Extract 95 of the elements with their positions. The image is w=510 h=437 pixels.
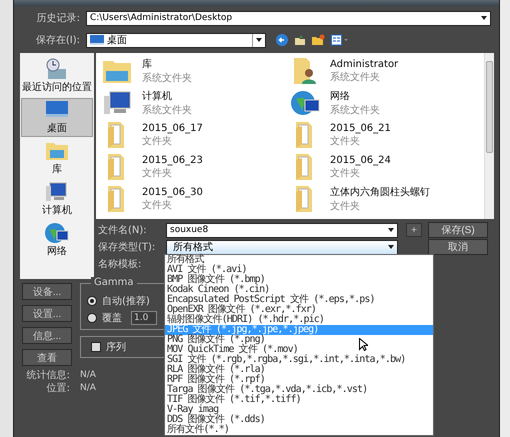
radio-button[interactable] <box>87 313 97 323</box>
file-type: 系统文件夹 <box>142 104 192 117</box>
dropdown-option[interactable]: SGI 文件 (*.rgb,*.rgba,*.sgi,*.int,*.inta,*.bw) <box>165 355 433 365</box>
sequence-checkbox[interactable] <box>91 342 101 352</box>
dropdown-arrow-icon[interactable] <box>481 16 487 20</box>
file-type: 文件夹 <box>142 134 173 148</box>
side-button[interactable]: 信息... <box>22 327 72 344</box>
file-type: 系统文件夹 <box>142 72 192 85</box>
add-button[interactable]: + <box>406 223 422 237</box>
new-folder-icon[interactable] <box>312 34 325 46</box>
file-name: 2015_06_21 <box>330 122 391 134</box>
file-type: 系统文件夹 <box>330 104 380 117</box>
side-button[interactable]: 查看 <box>22 349 72 366</box>
dropdown-option[interactable]: 所有文件(*.*) <box>165 425 433 435</box>
back-icon[interactable] <box>276 34 288 46</box>
place-item[interactable]: 最近访问的位置 <box>21 57 93 96</box>
dropdown-option[interactable]: RPF 图像文件 (*.rpf) <box>165 375 433 385</box>
globe-computer-icon <box>290 89 320 117</box>
dropdown-arrow-icon[interactable] <box>388 245 394 249</box>
file-name: Administrator <box>330 58 398 70</box>
side-button[interactable]: 设置... <box>22 305 72 322</box>
library-folder-icon <box>44 140 70 162</box>
dropdown-option[interactable]: OpenEXR 图像文件 (*.exr,*.fxr) <box>165 305 433 315</box>
file-type: 文件夹 <box>142 198 173 212</box>
cancel-button[interactable]: 取消 <box>428 239 488 255</box>
dropdown-option[interactable]: MOV QuickTime 文件 (*.mov) <box>165 345 433 355</box>
dropdown-option[interactable]: DDS 图像文件 (*.dds) <box>165 415 433 425</box>
file-item[interactable]: Administrator 系统文件夹 <box>290 55 478 87</box>
file-name: 2015_06_17 <box>142 122 203 134</box>
file-item[interactable]: 2015_06_21 文件夹 <box>290 119 478 151</box>
stat-value: N/A <box>80 382 96 392</box>
file-name-field[interactable]: souxue8 <box>166 222 398 238</box>
save-type-combo[interactable]: 所有格式 <box>166 240 398 254</box>
save-in-combo[interactable]: 桌面 <box>86 32 266 48</box>
dropdown-option[interactable]: 所有格式 <box>165 255 433 265</box>
place-item[interactable]: 计算机 <box>21 180 93 219</box>
file-item[interactable]: 立体内六角圆柱头螺钉 文件夹 <box>290 183 478 215</box>
file-name: 网络 <box>330 90 351 103</box>
file-type: 系统文件夹 <box>330 70 381 84</box>
computer-icon <box>102 89 132 117</box>
dropdown-option[interactable]: RLA 图像文件 (*.rla) <box>165 365 433 375</box>
file-item[interactable]: 2015_06_23 文件夹 <box>102 151 290 183</box>
dropdown-arrow-icon[interactable] <box>256 38 262 42</box>
file-name: 2015_06_23 <box>142 154 203 166</box>
file-item[interactable]: 网络 系统文件夹 <box>290 87 478 119</box>
dropdown-option[interactable]: Encapsulated PostScript 文件 (*.eps,*.ps) <box>165 295 433 305</box>
file-name: 立体内六角圆柱头螺钉 <box>330 186 430 199</box>
mouse-cursor-icon <box>359 338 368 351</box>
place-item[interactable]: 网络 <box>21 221 93 260</box>
gamma-title: Gamma <box>91 277 136 288</box>
radio-button[interactable] <box>87 296 97 306</box>
dropdown-option[interactable]: 辐射图像文件(HDRI) (*.hdr,*.pic) <box>165 315 433 325</box>
dropdown-option[interactable]: BMP 图像文件 (*.bmp) <box>165 275 433 285</box>
save-in-label: 保存在(I): <box>34 34 80 47</box>
stat-label: 统计信息: <box>26 368 70 382</box>
radio-label: 覆盖 <box>102 312 122 325</box>
radio-label: 自动(推荐) <box>102 294 150 308</box>
place-item[interactable]: 桌面 <box>21 98 93 137</box>
file-item[interactable]: 计算机 系统文件夹 <box>102 87 290 119</box>
dropdown-option[interactable]: Targa 图像文件 (*.tga,*.vda,*.icb,*.vst) <box>165 385 433 395</box>
side-button[interactable]: 设备... <box>22 283 72 300</box>
dropdown-option[interactable]: V-Ray imag <box>165 405 433 415</box>
save-button[interactable]: 保存(S) <box>428 222 488 238</box>
save-type-label: 保存类型(T): <box>98 240 156 254</box>
file-item[interactable]: 库 系统文件夹 <box>102 55 290 87</box>
file-type: 文件夹 <box>330 200 361 213</box>
file-item[interactable]: 2015_06_17 文件夹 <box>102 119 290 151</box>
file-type: 文件夹 <box>330 134 361 148</box>
globe-computer-icon <box>44 222 70 244</box>
dropdown-arrow-icon[interactable] <box>388 228 394 232</box>
view-menu-icon[interactable] <box>331 34 349 46</box>
dropdown-option[interactable]: TIF 图像文件 (*.tif,*.tiff) <box>165 395 433 405</box>
scrollbar[interactable] <box>484 53 494 219</box>
file-type: 文件夹 <box>330 166 361 180</box>
file-name: 2015_06_24 <box>330 154 391 166</box>
sequence-label: 序列 <box>106 340 126 354</box>
stat-label: 位置: <box>46 382 70 394</box>
dropdown-option[interactable]: Kodak Cineon (*.cin) <box>165 285 433 295</box>
file-item[interactable]: 2015_06_30 文件夹 <box>102 183 290 215</box>
dropdown-option[interactable]: AVI 文件 (*.avi) <box>165 265 433 275</box>
name-template-label: 名称模板: <box>98 258 142 271</box>
history-combo[interactable]: C:\Users\Administrator\Desktop <box>86 10 491 26</box>
file-name-label: 文件名(N): <box>98 224 148 237</box>
place-item[interactable]: 库 <box>21 139 93 178</box>
up-folder-icon[interactable] <box>294 34 306 46</box>
file-name: 2015_06_30 <box>142 186 203 198</box>
file-name: 计算机 <box>142 90 173 103</box>
stat-value: N/A <box>80 370 96 380</box>
desktop-icon <box>90 35 104 45</box>
dropdown-option[interactable]: PNG 图像文件 (*.png) <box>165 335 433 345</box>
file-name: 库 <box>142 58 153 71</box>
file-item[interactable]: 2015_06_24 文件夹 <box>290 151 478 183</box>
gamma-value-field[interactable]: 1.0 <box>131 311 157 325</box>
file-type: 文件夹 <box>142 166 173 180</box>
history-label: 历史记录: <box>36 12 80 25</box>
